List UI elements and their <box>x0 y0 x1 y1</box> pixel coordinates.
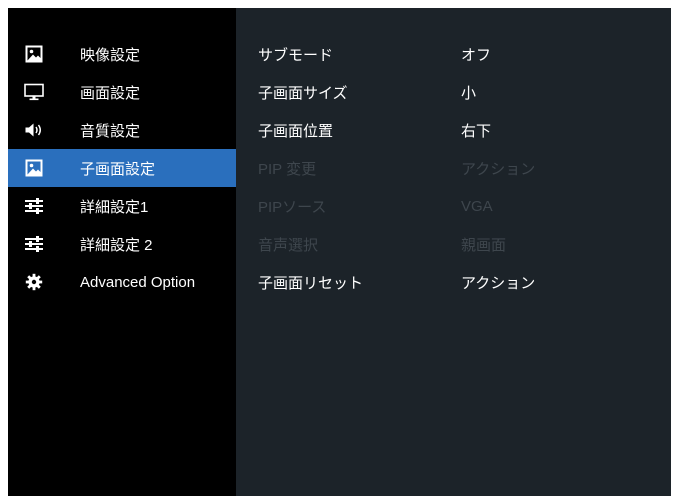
speaker-icon <box>24 120 44 140</box>
setting-label: 子画面リセット <box>258 274 364 292</box>
setting-value: アクション <box>461 160 536 178</box>
sidebar-item-audio[interactable]: 音質設定 <box>8 111 236 149</box>
sidebar-item-pip[interactable]: 子画面設定 <box>8 149 236 187</box>
sidebar-menu: 映像設定 画面設定 音質設定 子画面設定 詳細設定1 詳細設定 2 Advanc… <box>8 35 236 301</box>
setting-row-pip-change: PIP 変更 アクション <box>236 149 671 187</box>
sidebar-item-picture[interactable]: 映像設定 <box>8 35 236 73</box>
sidebar-item-label: 詳細設定 2 <box>80 236 153 254</box>
sidebar-item-advanced-option[interactable]: Advanced Option <box>8 263 236 301</box>
setting-value: 小 <box>461 84 477 102</box>
setting-row-pip-size[interactable]: 子画面サイズ 小 <box>236 73 671 111</box>
setting-value: 親画面 <box>461 236 507 254</box>
sliders-icon <box>24 234 44 254</box>
setting-value: オフ <box>461 46 492 64</box>
setting-row-sub-mode[interactable]: サブモード オフ <box>236 35 671 73</box>
sidebar-item-label: 画面設定 <box>80 84 141 102</box>
setting-label: 子画面サイズ <box>258 84 348 102</box>
setting-value: 右下 <box>461 122 492 140</box>
setting-label: 子画面位置 <box>258 122 334 140</box>
sidebar-item-advanced-1[interactable]: 詳細設定1 <box>8 187 236 225</box>
sidebar-item-label: 映像設定 <box>80 46 141 64</box>
settings-list: サブモード オフ 子画面サイズ 小 子画面位置 右下 PIP 変更 アクション … <box>236 35 671 301</box>
picture-icon <box>24 44 44 64</box>
gear-icon <box>24 272 44 292</box>
monitor-icon <box>24 82 44 102</box>
setting-label: PIP 変更 <box>258 160 317 178</box>
osd-menu: ｽｸﾘｰﾝ 映像設定 画面設定 音質設定 子画面設定 詳細設定1 詳細設定 2 … <box>8 0 671 496</box>
cropped-title: ｽｸﾘｰﾝ <box>108 0 148 8</box>
setting-label: PIPソース <box>258 198 327 216</box>
setting-value: VGA <box>461 197 493 215</box>
screen-frame: ｽｸﾘｰﾝ 映像設定 画面設定 音質設定 子画面設定 詳細設定1 詳細設定 2 … <box>0 0 679 496</box>
sidebar-item-label: 子画面設定 <box>80 160 156 178</box>
setting-row-audio-select: 音声選択 親画面 <box>236 225 671 263</box>
setting-row-pip-position[interactable]: 子画面位置 右下 <box>236 111 671 149</box>
setting-row-pip-reset[interactable]: 子画面リセット アクション <box>236 263 671 301</box>
sidebar-item-advanced-2[interactable]: 詳細設定 2 <box>8 225 236 263</box>
setting-label: サブモード <box>258 46 334 64</box>
picture-icon <box>24 158 44 178</box>
sidebar-item-label: 詳細設定1 <box>80 198 149 216</box>
sidebar: ｽｸﾘｰﾝ 映像設定 画面設定 音質設定 子画面設定 詳細設定1 詳細設定 2 … <box>8 0 236 496</box>
sidebar-item-label: Advanced Option <box>80 273 196 291</box>
setting-value: アクション <box>461 274 536 292</box>
settings-panel: サブモード オフ 子画面サイズ 小 子画面位置 右下 PIP 変更 アクション … <box>236 8 671 496</box>
setting-row-pip-source: PIPソース VGA <box>236 187 671 225</box>
sidebar-item-screen[interactable]: 画面設定 <box>8 73 236 111</box>
setting-label: 音声選択 <box>258 236 319 254</box>
sliders-icon <box>24 196 44 216</box>
sidebar-item-label: 音質設定 <box>80 122 141 140</box>
